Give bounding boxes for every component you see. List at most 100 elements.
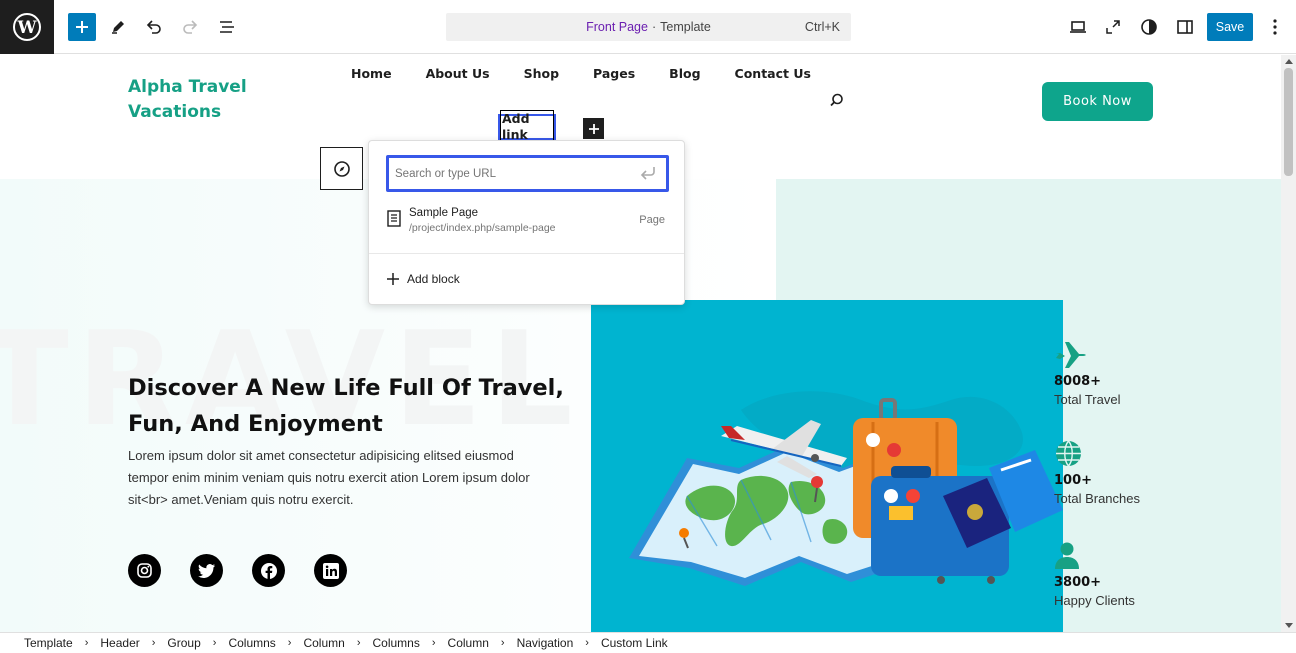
hero-image[interactable]: [591, 300, 1063, 632]
stat-total-travel: 8008+ Total Travel: [1054, 339, 1120, 407]
settings-sidebar-button[interactable]: [1171, 13, 1199, 41]
breadcrumb-item-column[interactable]: Column: [303, 636, 344, 650]
breadcrumb-item-custom-link: Custom Link: [600, 636, 668, 650]
chevron-right-icon: ›: [212, 637, 217, 649]
stat-happy-clients: 3800+ Happy Clients: [1054, 541, 1135, 608]
list-view-icon: [220, 21, 234, 33]
canvas-scrollbar[interactable]: [1281, 55, 1296, 632]
linkedin-link[interactable]: [314, 554, 347, 587]
plus-icon: [76, 21, 88, 33]
document-overview-button[interactable]: [213, 13, 241, 41]
header-search-button[interactable]: [829, 93, 844, 113]
twitter-link[interactable]: [190, 554, 223, 587]
search-icon: [830, 93, 843, 107]
popover-divider: [369, 253, 684, 254]
add-link-block[interactable]: Add link: [498, 110, 556, 144]
instagram-link[interactable]: [128, 554, 161, 587]
nav-item-contact-us[interactable]: Contact Us: [735, 66, 811, 81]
breadcrumb-item-template[interactable]: Template: [24, 636, 73, 650]
styles-button[interactable]: [1135, 13, 1163, 41]
breadcrumb-item-columns[interactable]: Columns: [228, 636, 275, 650]
nav-item-about-us[interactable]: About Us: [426, 66, 490, 81]
compass-icon: [333, 160, 350, 177]
plus-icon: [387, 273, 399, 285]
social-links: [128, 554, 347, 587]
undo-button[interactable]: [140, 13, 168, 41]
redo-icon: [183, 20, 198, 34]
contrast-icon: [1141, 19, 1157, 35]
command-palette-bar[interactable]: Front Page · Template Ctrl+K: [446, 13, 851, 41]
nav-item-blog[interactable]: Blog: [669, 66, 700, 81]
save-button[interactable]: Save: [1207, 13, 1253, 41]
chevron-right-icon: ›: [287, 637, 292, 649]
url-search-input[interactable]: [395, 167, 625, 180]
title-separator: ·: [651, 20, 657, 34]
site-title[interactable]: Alpha Travel Vacations: [128, 75, 288, 125]
nav-item-pages[interactable]: Pages: [593, 66, 635, 81]
stat-label: Happy Clients: [1054, 593, 1135, 608]
chevron-right-icon: ›: [356, 637, 361, 649]
plane-icon: [1056, 342, 1086, 368]
svg-text:W: W: [16, 18, 37, 38]
tools-button[interactable]: [104, 13, 132, 41]
document-type: Front Page: [586, 20, 648, 34]
main-navigation: Home About Us Shop Pages Blog Contact Us: [351, 66, 845, 81]
block-breadcrumb: Template › Header › Group › Columns › Column…: [0, 632, 1296, 653]
sidebar-icon: [1177, 20, 1193, 34]
wordpress-icon: W: [13, 13, 41, 41]
keyboard-shortcut: Ctrl+K: [804, 20, 840, 34]
nav-item-home[interactable]: Home: [351, 66, 392, 81]
site-title-line2: Vacations: [128, 102, 222, 122]
options-menu-button[interactable]: [1261, 13, 1289, 41]
wordpress-logo-button[interactable]: W: [0, 0, 54, 54]
breadcrumb-item-navigation[interactable]: Navigation: [517, 636, 574, 650]
scrollbar-thumb[interactable]: [1284, 68, 1293, 176]
breadcrumb-item-columns-inner[interactable]: Columns: [373, 636, 420, 650]
url-search-field[interactable]: [386, 155, 669, 192]
chevron-right-icon: ›: [151, 637, 156, 649]
globe-icon: [1056, 440, 1081, 467]
submit-link-button[interactable]: [640, 165, 658, 186]
document-template-label: Template: [660, 20, 711, 34]
more-vertical-icon: [1273, 19, 1277, 35]
linkedin-icon: [322, 562, 339, 579]
breadcrumb-item-column-inner[interactable]: Column: [448, 636, 489, 650]
add-link-label: Add link: [500, 110, 554, 144]
scroll-down-arrow[interactable]: [1284, 621, 1293, 629]
book-now-button[interactable]: Book Now: [1042, 82, 1153, 121]
hero-paragraph[interactable]: Lorem ipsum dolor sit amet consectetur a…: [128, 445, 548, 511]
link-suggestion-item[interactable]: Sample Page /project/index.php/sample-pa…: [387, 205, 669, 237]
block-inserter-button[interactable]: [68, 13, 96, 41]
suggestion-url: /project/index.php/sample-page: [409, 222, 556, 234]
pencil-icon: [112, 21, 124, 34]
redo-button[interactable]: [176, 13, 204, 41]
page-icon: [387, 210, 401, 227]
open-site-button[interactable]: [1099, 13, 1127, 41]
add-nav-item-button[interactable]: [583, 118, 604, 139]
suggestion-type: Page: [639, 214, 665, 226]
stat-value: 100+: [1054, 473, 1093, 488]
user-icon: [1055, 542, 1079, 569]
nav-item-shop[interactable]: Shop: [524, 66, 559, 81]
breadcrumb-item-header[interactable]: Header: [100, 636, 139, 650]
stat-label: Total Branches: [1054, 491, 1140, 506]
stat-value: 8008+: [1054, 374, 1102, 389]
link-type-button[interactable]: [320, 147, 363, 190]
add-block-button[interactable]: Add block: [387, 272, 460, 286]
suggestion-title: Sample Page: [409, 207, 479, 219]
add-block-label: Add block: [407, 272, 460, 286]
chevron-right-icon: ›: [431, 637, 436, 649]
facebook-icon: [260, 562, 277, 579]
chevron-right-icon: ›: [84, 637, 89, 649]
caret-up-icon: [1284, 58, 1293, 64]
scroll-up-arrow[interactable]: [1284, 57, 1293, 65]
undo-icon: [146, 20, 161, 34]
stat-value: 3800+: [1054, 575, 1102, 590]
preview-button[interactable]: [1064, 13, 1092, 41]
hero-heading[interactable]: Discover A New Life Full Of Travel, Fun,…: [128, 370, 568, 442]
editor-canvas: TRAVEL Alpha Travel Vacations Home About…: [0, 55, 1281, 632]
enter-icon: [640, 167, 655, 180]
breadcrumb-item-group[interactable]: Group: [167, 636, 200, 650]
facebook-link[interactable]: [252, 554, 285, 587]
editor-toolbar: W Front Page · Template Ctrl+K Save: [0, 0, 1296, 54]
